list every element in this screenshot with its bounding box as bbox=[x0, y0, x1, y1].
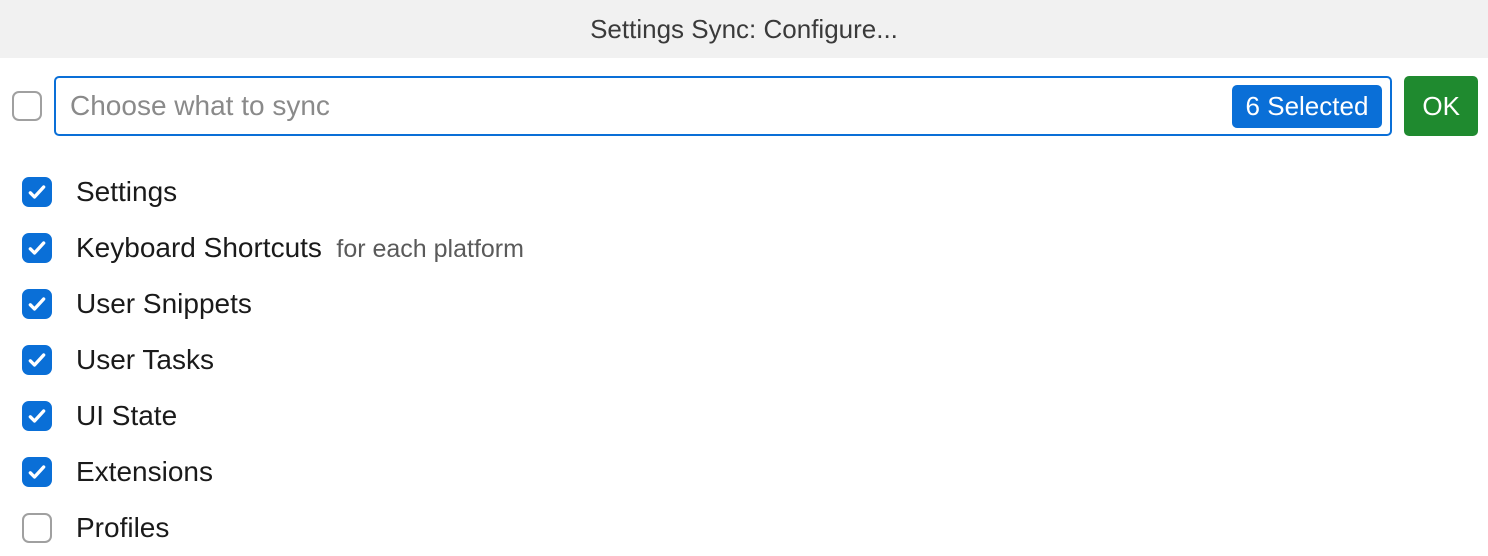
checkbox-icon[interactable] bbox=[22, 345, 52, 375]
dialog-title: Settings Sync: Configure... bbox=[0, 0, 1488, 58]
sync-item-extensions[interactable]: Extensions bbox=[22, 444, 1478, 500]
sync-item-keyboard-shortcuts[interactable]: Keyboard Shortcuts for each platform bbox=[22, 220, 1478, 276]
sync-item-user-snippets[interactable]: User Snippets bbox=[22, 276, 1478, 332]
dialog-title-text: Settings Sync: Configure... bbox=[590, 14, 898, 45]
sync-item-label: Keyboard Shortcuts bbox=[76, 232, 322, 263]
sync-item-user-tasks[interactable]: User Tasks bbox=[22, 332, 1478, 388]
checkbox-icon[interactable] bbox=[22, 401, 52, 431]
sync-item-label-wrap: Keyboard Shortcuts for each platform bbox=[76, 232, 524, 264]
checkbox-icon[interactable] bbox=[22, 233, 52, 263]
sync-item-label: Profiles bbox=[76, 512, 169, 544]
sync-item-settings[interactable]: Settings bbox=[22, 164, 1478, 220]
sync-item-label: Extensions bbox=[76, 456, 213, 488]
sync-item-label: UI State bbox=[76, 400, 177, 432]
sync-item-label: User Snippets bbox=[76, 288, 252, 320]
sync-item-label: User Tasks bbox=[76, 344, 214, 376]
select-all-checkbox[interactable] bbox=[12, 91, 42, 121]
sync-item-label: Settings bbox=[76, 176, 177, 208]
selected-count-badge: 6 Selected bbox=[1232, 85, 1383, 128]
filter-input-container: 6 Selected bbox=[54, 76, 1392, 136]
checkbox-icon[interactable] bbox=[22, 177, 52, 207]
checkbox-icon[interactable] bbox=[22, 457, 52, 487]
sync-item-ui-state[interactable]: UI State bbox=[22, 388, 1478, 444]
sync-item-sublabel: for each platform bbox=[336, 235, 524, 263]
ok-button[interactable]: OK bbox=[1404, 76, 1478, 136]
sync-item-profiles[interactable]: Profiles bbox=[22, 500, 1478, 556]
checkbox-icon[interactable] bbox=[22, 513, 52, 543]
toolbar: 6 Selected OK bbox=[0, 58, 1488, 136]
sync-items-list: Settings Keyboard Shortcuts for each pla… bbox=[0, 136, 1488, 556]
checkbox-icon[interactable] bbox=[22, 289, 52, 319]
filter-input[interactable] bbox=[70, 90, 1232, 122]
